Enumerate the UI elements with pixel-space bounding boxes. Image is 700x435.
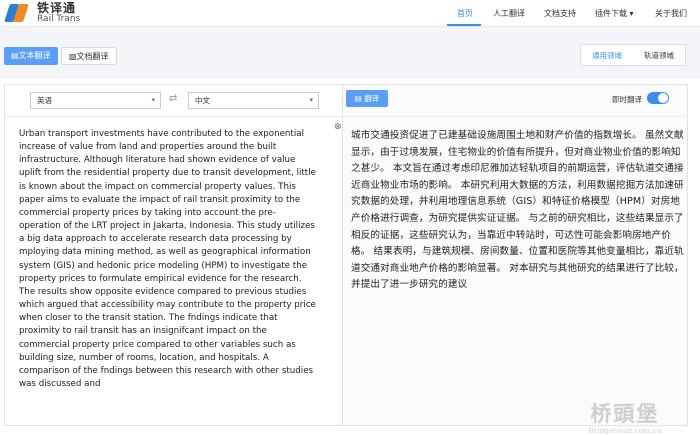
nav-item-plugin-download[interactable]: 插件下载 ▾ (595, 8, 634, 19)
nav-item-doc-support[interactable]: 文档支持 (544, 8, 576, 19)
mode-bar: ▤文本翻译 ▧文档翻译 通用领域 轨道领域 (0, 27, 700, 79)
toggle-knob (658, 93, 668, 103)
source-text-area[interactable]: Urban transport investments have contrib… (19, 128, 317, 391)
translate-button-label: 翻译 (364, 94, 380, 103)
clear-text-icon[interactable]: ⊗ (334, 122, 342, 132)
document-translate-tab[interactable]: ▧文档翻译 (61, 47, 117, 65)
brand-name-cn: 铁译通 (37, 1, 77, 15)
source-language-select[interactable]: 英语 ▾ (30, 92, 161, 109)
realtime-translate-label: 即时翻译 (612, 95, 642, 104)
chevron-down-icon: ▾ (151, 96, 155, 104)
source-language-value: 英语 (37, 96, 52, 105)
target-toolbar: ▤ 翻译 即时翻译 (343, 85, 687, 117)
domain-switch: 通用领域 轨道领域 (580, 44, 686, 66)
translate-button[interactable]: ▤ 翻译 (346, 90, 388, 107)
chevron-down-icon: ▾ (309, 96, 313, 104)
source-panel: 英语 ▾ ⇄ 中文 ▾ ⊗ Urban transport investment… (4, 84, 346, 426)
text-translate-tab[interactable]: ▤文本翻译 (4, 47, 58, 65)
brand-name-en: Rail Trans (37, 14, 81, 24)
document-icon: ▧ (69, 52, 77, 61)
nav-active-indicator (447, 24, 481, 26)
realtime-translate-toggle[interactable] (647, 92, 669, 104)
watermark: 桥頭堡 Bridgehead.com.cn (588, 398, 662, 435)
watermark-en: Bridgehead.com.cn (588, 426, 662, 435)
top-nav: 铁译通 Rail Trans 首页 人工翻译 文档支持 插件下载 ▾ 关于我们 (0, 0, 700, 27)
text-doc-icon: ▤ (11, 51, 19, 60)
target-panel: ▤ 翻译 即时翻译 城市交通投资促进了已建基础设施周围土地和财产价值的指数增长。… (342, 84, 688, 426)
nav-item-home[interactable]: 首页 (457, 8, 473, 19)
target-language-select[interactable]: 中文 ▾ (188, 92, 319, 109)
swap-languages-icon[interactable]: ⇄ (169, 93, 177, 104)
nav-item-about-us[interactable]: 关于我们 (655, 8, 687, 19)
logo-icon (4, 1, 31, 25)
translation-output: 城市交通投资促进了已建基础设施周围土地和财产价值的指数增长。 虽然文献显示，由于… (351, 130, 684, 291)
text-translate-label: 文本翻译 (18, 51, 51, 60)
domain-general-option[interactable]: 通用领域 (592, 50, 622, 61)
watermark-cn: 桥頭堡 (590, 401, 660, 426)
target-language-value: 中文 (195, 96, 210, 105)
document-translate-label: 文档翻译 (76, 52, 109, 61)
translate-icon: ▤ (354, 94, 365, 103)
domain-rail-option[interactable]: 轨道领域 (644, 50, 674, 61)
source-lang-row: 英语 ▾ ⇄ 中文 ▾ (5, 85, 345, 117)
nav-item-human-translation[interactable]: 人工翻译 (493, 8, 525, 19)
brand-logo[interactable]: 铁译通 Rail Trans (4, 1, 81, 25)
